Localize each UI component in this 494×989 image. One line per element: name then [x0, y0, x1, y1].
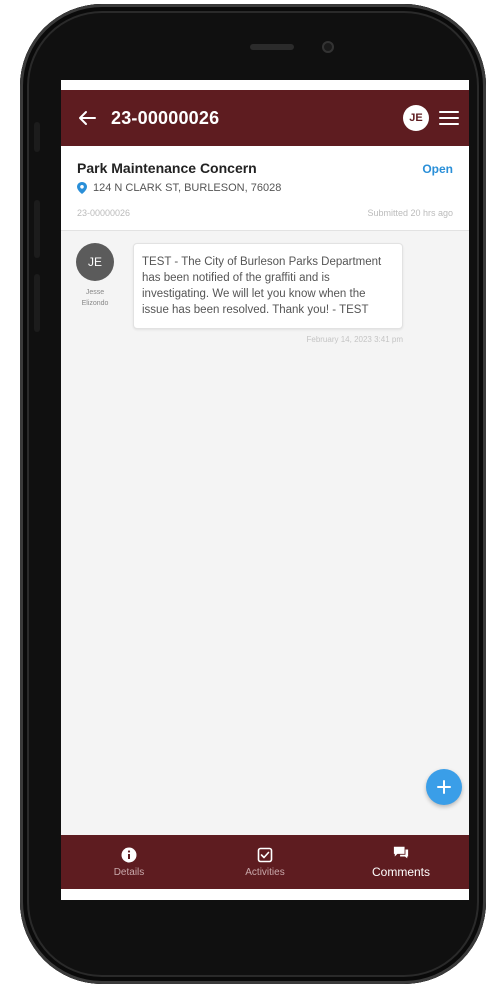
- plus-icon: [437, 780, 451, 794]
- nav-details[interactable]: Details: [61, 835, 197, 889]
- comments-list: JE Jesse Elizondo TEST - The City of Bur…: [61, 231, 469, 813]
- nav-activities[interactable]: Activities: [197, 835, 333, 889]
- nav-comments[interactable]: Comments: [333, 835, 469, 889]
- user-avatar[interactable]: JE: [403, 105, 429, 131]
- comment-item: JE Jesse Elizondo TEST - The City of Bur…: [61, 231, 469, 344]
- phone-frame: 23-00000026 JE Park Maintenance Concern …: [20, 4, 486, 984]
- chat-icon: [393, 845, 409, 861]
- add-comment-button[interactable]: [426, 769, 462, 805]
- hamburger-menu-icon[interactable]: [439, 109, 459, 127]
- author-name: Jesse Elizondo: [81, 289, 109, 307]
- request-address[interactable]: 124 N CLARK ST, BURLESON, 76028: [93, 182, 281, 194]
- camera: [322, 41, 334, 53]
- volume-up-button: [34, 200, 40, 258]
- home-indicator-area: [61, 889, 469, 900]
- bottom-nav: Details Activities Comments: [61, 835, 469, 889]
- nav-label: Details: [113, 866, 145, 878]
- request-card: Park Maintenance Concern Open 124 N CLAR…: [61, 146, 469, 231]
- speaker: [250, 44, 294, 50]
- request-id: 23-00000026: [77, 208, 131, 218]
- status-bar: [61, 80, 469, 90]
- comment-timestamp: February 14, 2023 3:41 pm: [306, 335, 403, 344]
- checkbox-icon: [257, 847, 273, 863]
- request-title: Park Maintenance Concern: [77, 160, 257, 176]
- nav-label: Activities: [245, 866, 285, 878]
- volume-down-button: [34, 274, 40, 332]
- app-bar: 23-00000026 JE: [61, 90, 469, 146]
- comment-bubble: TEST - The City of Burleson Parks Depart…: [133, 243, 403, 329]
- submitted-time: Submitted 20 hrs ago: [367, 208, 453, 218]
- app-screen: 23-00000026 JE Park Maintenance Concern …: [61, 80, 469, 900]
- page-title: 23-00000026: [111, 107, 220, 128]
- info-icon: [121, 847, 137, 863]
- location-pin-icon: [77, 182, 87, 194]
- author-avatar: JE: [76, 243, 114, 281]
- silent-switch: [34, 122, 40, 152]
- status-badge[interactable]: Open: [422, 162, 453, 176]
- arrow-left-icon[interactable]: [75, 106, 99, 130]
- nav-label: Comments: [371, 865, 430, 879]
